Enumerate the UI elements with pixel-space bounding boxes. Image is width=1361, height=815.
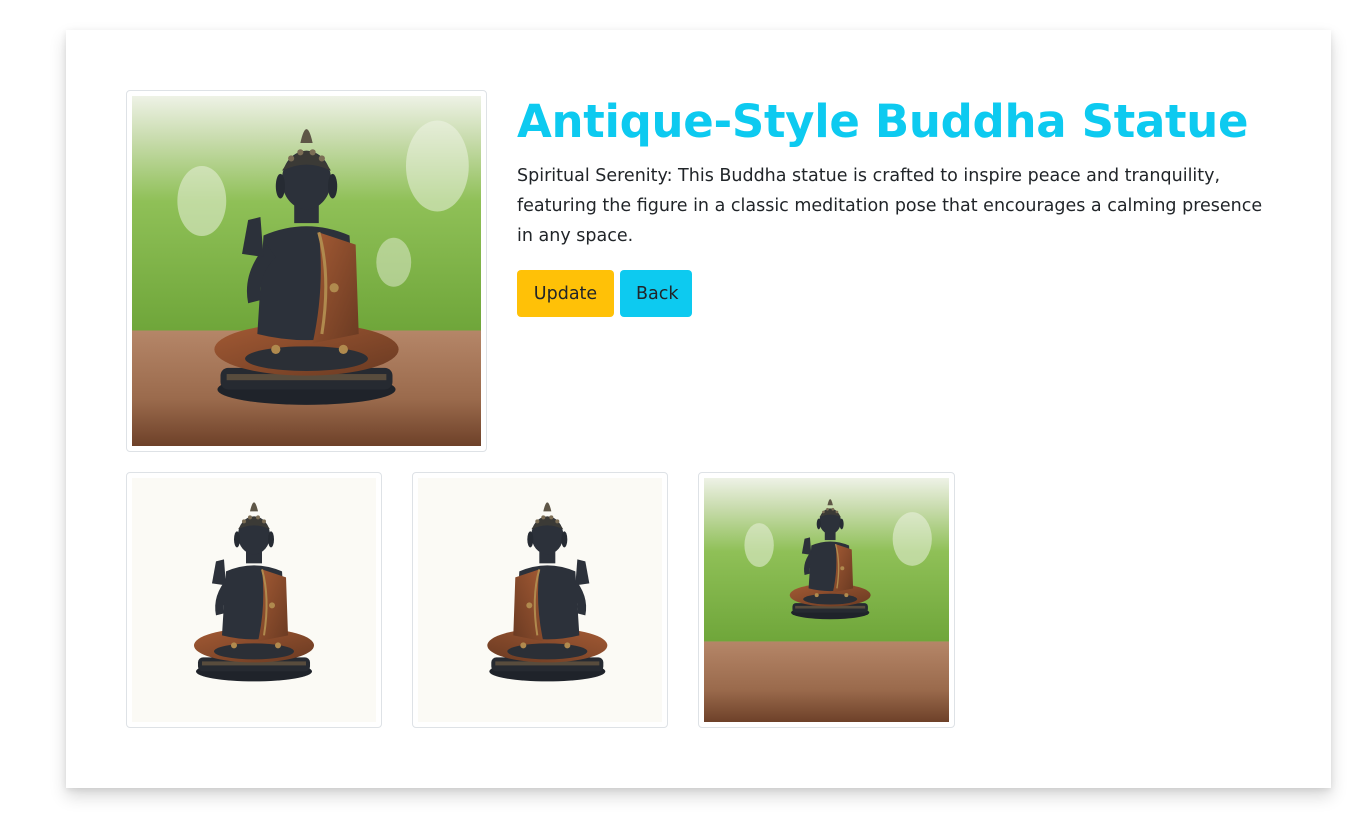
- statue-garden-image: [132, 96, 481, 446]
- update-button[interactable]: Update: [517, 270, 614, 317]
- product-title: Antique-Style Buddha Statue: [517, 95, 1249, 148]
- product-description: Spiritual Serenity: This Buddha statue i…: [517, 166, 1263, 246]
- action-buttons: Update Back: [517, 270, 692, 317]
- gallery-image-2[interactable]: [412, 472, 668, 728]
- product-card: Antique-Style Buddha Statue Spiritual Se…: [66, 30, 1331, 788]
- statue-front-image: [132, 478, 376, 722]
- main-product-image: [126, 90, 487, 452]
- gallery-image-3[interactable]: [698, 472, 955, 728]
- statue-garden-thumbnail: [704, 478, 949, 722]
- back-button[interactable]: Back: [620, 270, 692, 317]
- statue-side-image: [418, 478, 662, 722]
- gallery-image-1[interactable]: [126, 472, 382, 728]
